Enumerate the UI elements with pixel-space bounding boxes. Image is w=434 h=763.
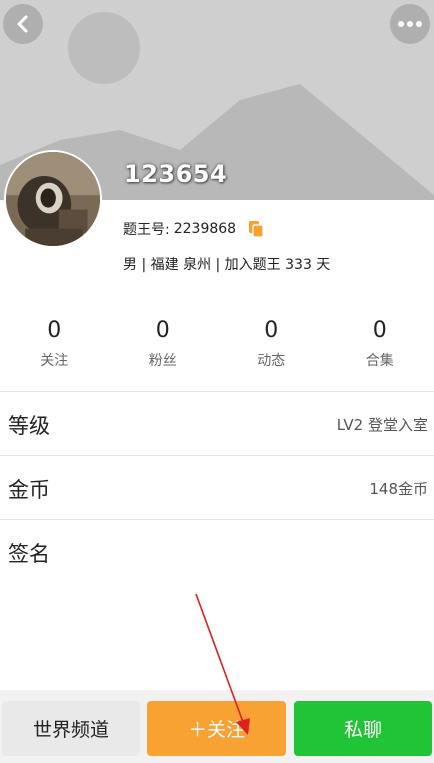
stat-posts-label: 动态 [257, 353, 286, 369]
stat-following-count: 0 [47, 318, 62, 343]
bottom-action-bar: 世界频道 ＋关注 私聊 [0, 690, 434, 763]
level-row[interactable]: 等级 LV2 登堂入室 [0, 391, 434, 455]
user-id-label: 题王号: [123, 222, 170, 238]
user-id-value: 2239868 [173, 221, 237, 237]
level-value: LV2 登堂入室 [336, 416, 428, 434]
more-dots-icon [398, 21, 422, 27]
stat-collections[interactable]: 0 合集 [326, 318, 434, 374]
stats-bar: 0 关注 0 粉丝 0 动态 0 合集 [0, 318, 434, 374]
profile-username: 123654 [124, 160, 228, 188]
signature-row: 签名 [0, 519, 434, 583]
stat-followers[interactable]: 0 粉丝 [109, 318, 218, 374]
stat-posts-count: 0 [264, 318, 279, 343]
stat-followers-label: 粉丝 [148, 353, 177, 369]
copy-icon[interactable] [248, 220, 264, 238]
level-label: 等级 [8, 414, 50, 438]
coins-label: 金币 [8, 478, 50, 502]
user-id-row: 题王号: 2239868 [123, 219, 264, 239]
chevron-left-icon [17, 15, 28, 33]
stat-collections-label: 合集 [365, 353, 394, 369]
world-channel-button[interactable]: 世界频道 [2, 701, 140, 756]
avatar-image [6, 152, 100, 246]
stat-following-label: 关注 [40, 353, 69, 369]
follow-button[interactable]: ＋关注 [147, 701, 286, 756]
stat-collections-count: 0 [372, 318, 387, 343]
coins-row[interactable]: 金币 148金币 [0, 455, 434, 519]
avatar[interactable] [4, 150, 102, 248]
stat-following[interactable]: 0 关注 [0, 318, 109, 374]
more-button[interactable] [390, 4, 430, 44]
stat-posts[interactable]: 0 动态 [217, 318, 326, 374]
signature-label: 签名 [8, 542, 50, 566]
user-info: 男 | 福建 泉州 | 加入题王 333 天 [123, 257, 331, 273]
private-chat-button[interactable]: 私聊 [294, 701, 432, 756]
back-button[interactable] [3, 4, 43, 44]
coins-value: 148金币 [369, 480, 428, 498]
stat-followers-count: 0 [155, 318, 170, 343]
